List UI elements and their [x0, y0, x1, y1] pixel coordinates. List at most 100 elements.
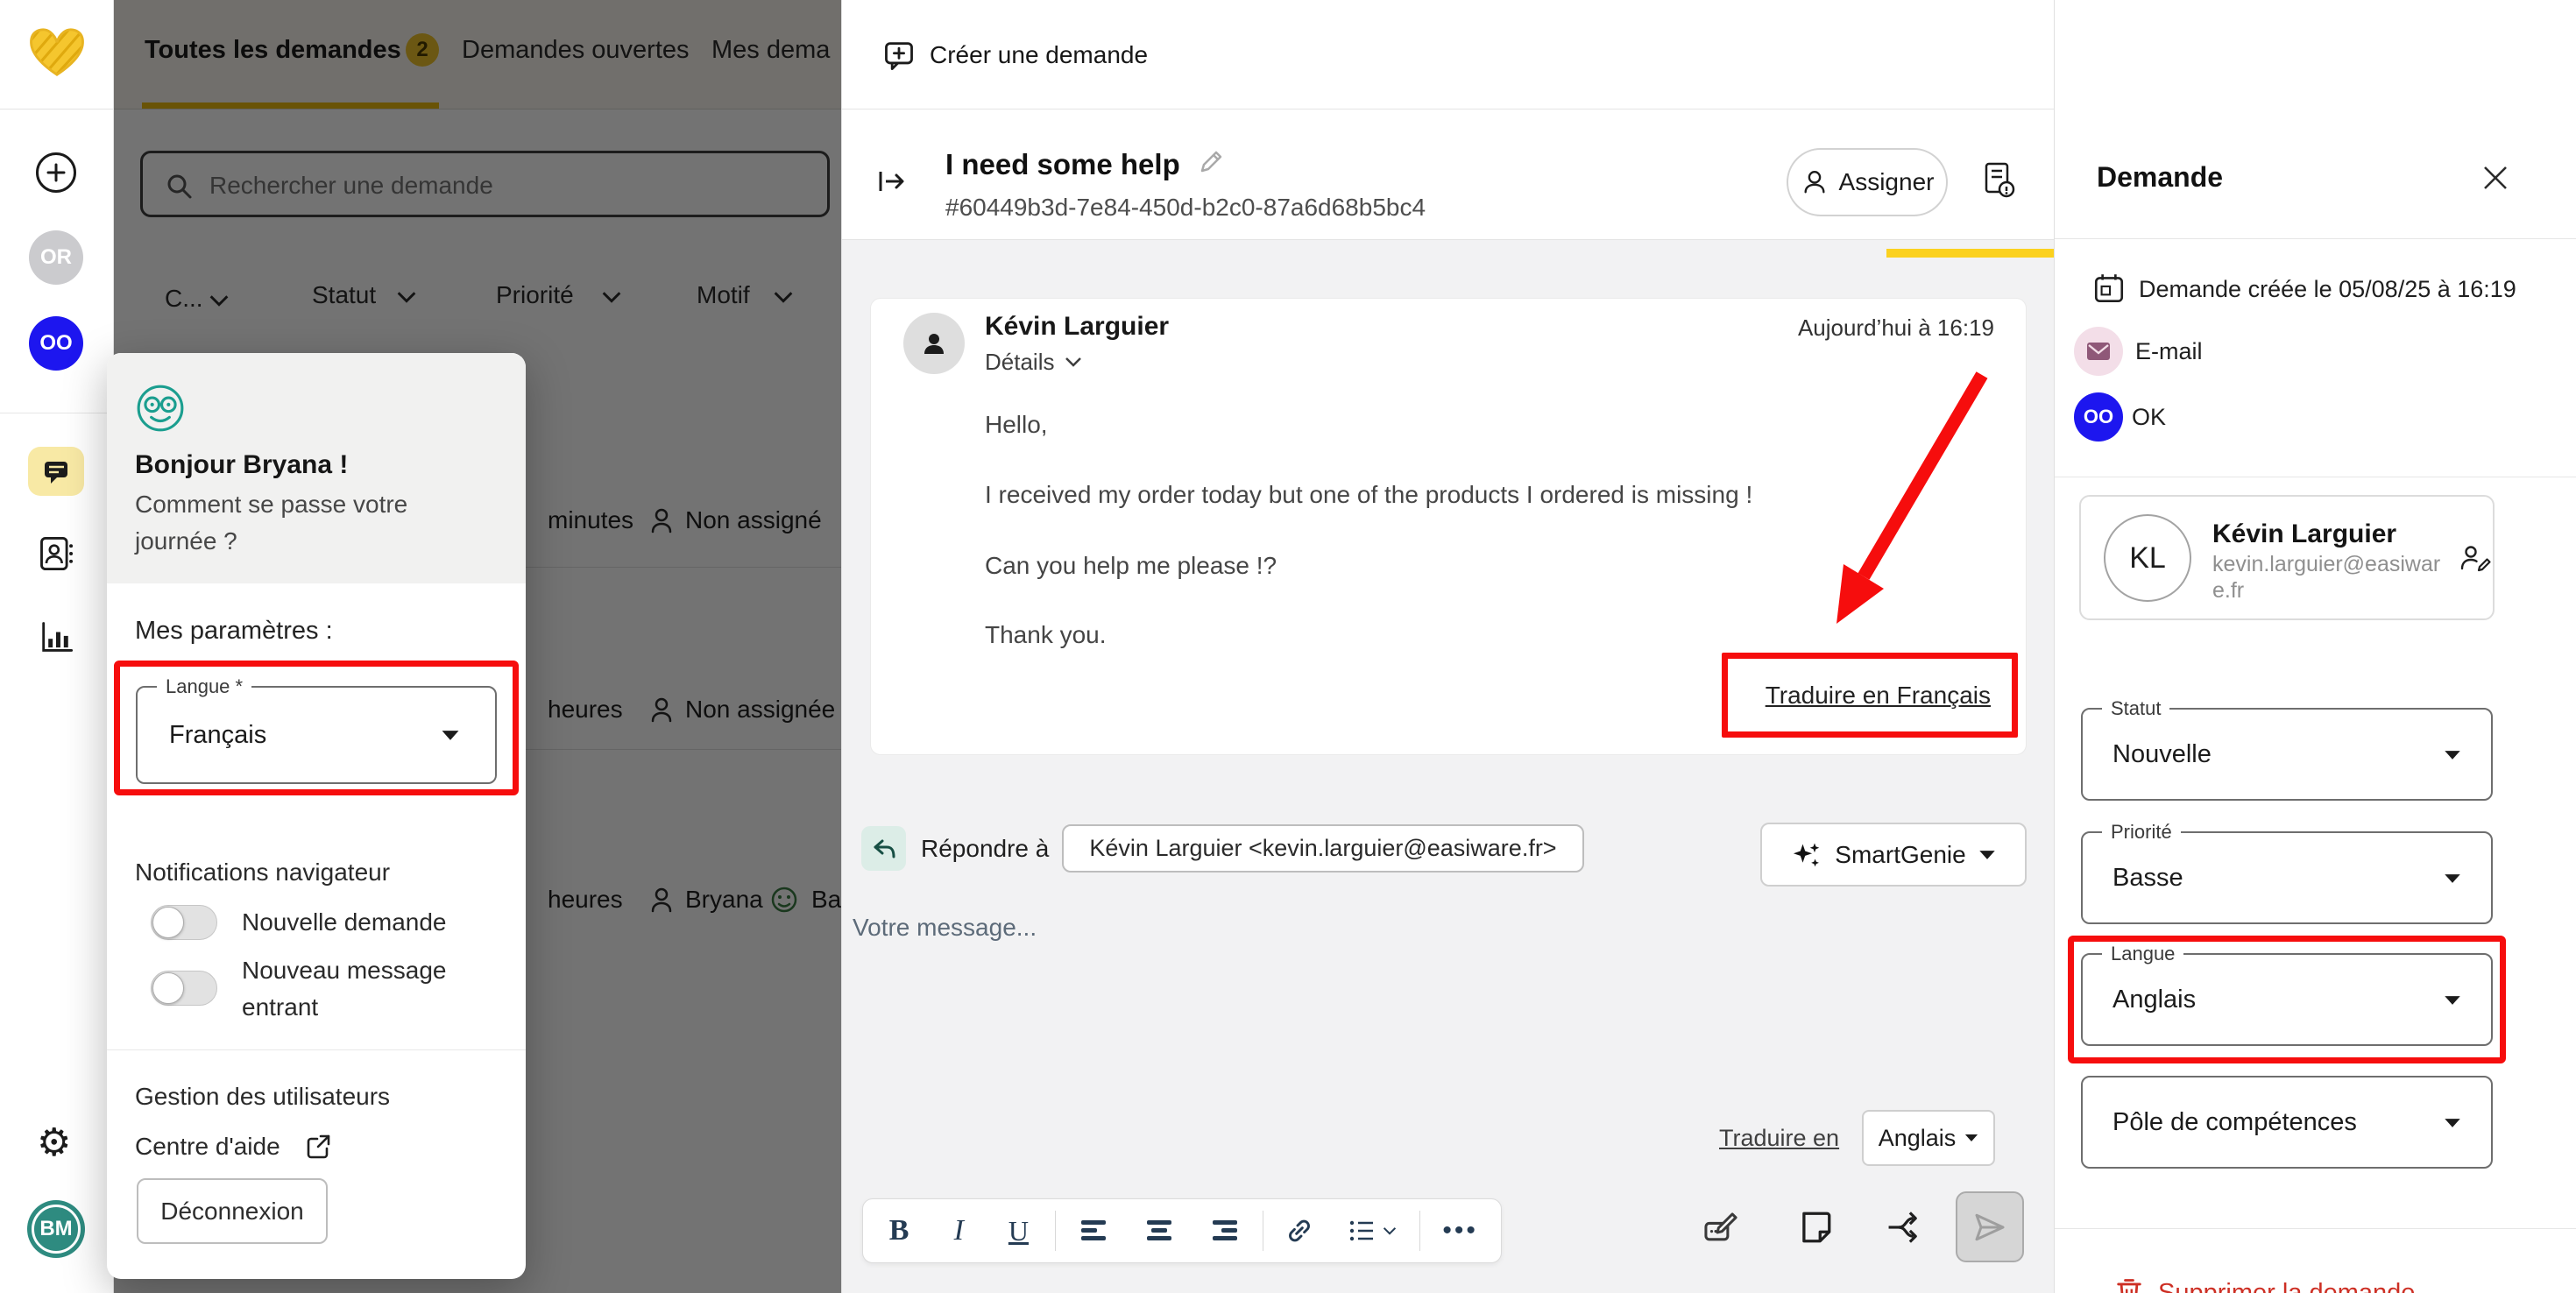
chevron-down-icon: [1065, 357, 1082, 367]
avatar-bm[interactable]: BM: [27, 1200, 85, 1258]
assign-label: Assigner: [1839, 168, 1935, 196]
message-details-toggle[interactable]: Détails: [985, 344, 1082, 379]
envelope-icon: [2086, 342, 2111, 361]
toolbar-separator: [1419, 1211, 1420, 1251]
caret-down-icon: [2444, 994, 2461, 1010]
toggle-new-message[interactable]: [151, 971, 217, 1006]
app-root: Toutes les demandes 2 Demandes ouvertes …: [0, 0, 2576, 1293]
assign-button[interactable]: Assigner: [1787, 148, 1948, 216]
trash-icon: [2114, 1276, 2144, 1293]
chevron-down-icon: [1383, 1226, 1397, 1235]
language-select[interactable]: Langue Anglais: [2081, 953, 2493, 1046]
add-button[interactable]: [36, 152, 76, 193]
message-line: Thank you.: [985, 618, 1107, 653]
priority-value: Basse: [2112, 833, 2183, 922]
delete-request-button[interactable]: Supprimer la demande: [2114, 1272, 2415, 1293]
popup-language-select[interactable]: Langue * Français: [136, 686, 497, 784]
contact-email: kevin.larguier@easiware.fr: [2212, 551, 2447, 604]
translate-message-link[interactable]: Traduire en Français: [1766, 678, 1991, 713]
skill-pool-select[interactable]: Pôle de compétences: [2081, 1076, 2493, 1169]
skill-pool-value: Pôle de compétences: [2112, 1078, 2357, 1167]
caret-down-icon: [2444, 1117, 2461, 1133]
message-input[interactable]: Votre message...: [853, 910, 1037, 945]
manage-users-link[interactable]: Gestion des utilisateurs: [135, 1079, 390, 1114]
logout-button[interactable]: Déconnexion: [137, 1178, 328, 1244]
saved-replies-icon[interactable]: [1702, 1211, 1739, 1252]
smartgenie-button[interactable]: SmartGenie: [1760, 823, 2027, 887]
translate-language-value: Anglais: [1879, 1125, 1957, 1152]
settings-gear-icon[interactable]: ⚙: [37, 1124, 71, 1162]
bold-label: B: [889, 1214, 909, 1247]
ticket-id: #60449b3d-7e84-450d-b2c0-87a6d68b5bc4: [945, 190, 1426, 225]
contact-name: Kévin Larguier: [2212, 518, 2396, 551]
italic-button[interactable]: I: [935, 1199, 982, 1262]
align-center-button[interactable]: [1131, 1199, 1187, 1262]
bold-button[interactable]: B: [873, 1199, 925, 1262]
link-button[interactable]: [1273, 1199, 1326, 1262]
translate-language-select[interactable]: Anglais: [1862, 1110, 1995, 1166]
message-line: Hello,: [985, 407, 1048, 442]
underline-button[interactable]: U: [992, 1199, 1044, 1262]
transfer-icon[interactable]: [1886, 1209, 1927, 1250]
sidebar-item-contacts[interactable]: [37, 534, 75, 577]
close-icon[interactable]: [2480, 163, 2510, 197]
user-settings-popup: Bonjour Bryana ! Comment se passe votre …: [107, 353, 526, 1279]
created-date-label: Demande créée le 05/08/25 à 16:19: [2139, 272, 2516, 307]
message-line: I received my order today but one of the…: [985, 477, 1752, 512]
toggle-knob: [152, 972, 184, 1004]
status-value: Nouvelle: [2112, 710, 2212, 799]
priority-select[interactable]: Priorité Basse: [2081, 831, 2493, 924]
edit-contact-icon[interactable]: [2458, 542, 2493, 582]
sidebar-item-stats[interactable]: [37, 618, 75, 661]
contact-card[interactable]: KL Kévin Larguier kevin.larguier@easiwar…: [2079, 495, 2495, 620]
align-right-button[interactable]: [1197, 1199, 1253, 1262]
caret-down-icon: [441, 730, 460, 745]
message-author: Kévin Larguier: [985, 309, 1169, 344]
italic-label: I: [954, 1214, 964, 1247]
popup-language-value: Français: [169, 688, 266, 782]
ticket-title: I need some help: [945, 145, 1180, 184]
align-left-button[interactable]: [1065, 1199, 1122, 1262]
sidebar-item-requests[interactable]: [28, 447, 84, 496]
channel-badge: [2074, 327, 2123, 376]
underline-label: U: [1008, 1215, 1029, 1247]
toggle-new-request[interactable]: [151, 905, 217, 940]
collapse-panel-icon[interactable]: [875, 165, 909, 202]
create-request-icon: [882, 39, 916, 72]
translate-reply-link[interactable]: Traduire en: [1719, 1120, 1839, 1155]
avatar: [903, 313, 965, 374]
contacts-icon: [37, 534, 75, 573]
more-formatting-button[interactable]: •••: [1430, 1199, 1491, 1262]
avatar-or[interactable]: OR: [29, 230, 83, 285]
list-button[interactable]: [1335, 1199, 1409, 1262]
message-card: Kévin Larguier Détails Aujourd’hui à 16:…: [870, 298, 2027, 755]
toggle-knob: [152, 907, 184, 938]
request-summary-icon[interactable]: [1978, 159, 2020, 206]
edit-title-pencil-icon[interactable]: [1194, 147, 1226, 183]
delete-request-label: Supprimer la demande: [2158, 1279, 2415, 1293]
toolbar-separator: [1055, 1211, 1056, 1251]
avatar-bm-initials: BM: [32, 1205, 81, 1254]
reply-mode-icon[interactable]: [861, 826, 906, 871]
toggle-new-message-label: Nouveau message entrant: [242, 952, 505, 1026]
caret-down-icon: [1964, 1134, 1978, 1142]
reply-recipient-chip[interactable]: Kévin Larguier <kevin.larguier@easiware.…: [1062, 824, 1584, 873]
help-center-link[interactable]: Centre d'aide: [135, 1129, 280, 1164]
smartgenie-label: SmartGenie: [1835, 841, 1965, 869]
status-select[interactable]: Statut Nouvelle: [2081, 708, 2493, 801]
popup-question: Comment se passe votre journée ?: [135, 486, 443, 560]
create-request-button[interactable]: Créer une demande: [882, 35, 1148, 75]
brand-heart-logo: [26, 23, 88, 83]
sparkles-icon: [1791, 841, 1822, 869]
ellipsis-icon: •••: [1442, 1216, 1478, 1246]
note-icon[interactable]: [1797, 1209, 1834, 1250]
panel-title: Demande: [2097, 159, 2223, 194]
assign-person-icon: [1801, 168, 1829, 196]
message-timestamp: Aujourd’hui à 16:19: [1798, 313, 1994, 343]
avatar-oo[interactable]: OO: [29, 316, 83, 371]
plus-icon: [46, 163, 66, 182]
popup-greeting: Bonjour Bryana !: [135, 448, 348, 483]
send-button[interactable]: [1956, 1191, 2024, 1262]
glasses-face-icon: [135, 383, 186, 438]
format-toolbar: B I U •••: [862, 1198, 1502, 1263]
